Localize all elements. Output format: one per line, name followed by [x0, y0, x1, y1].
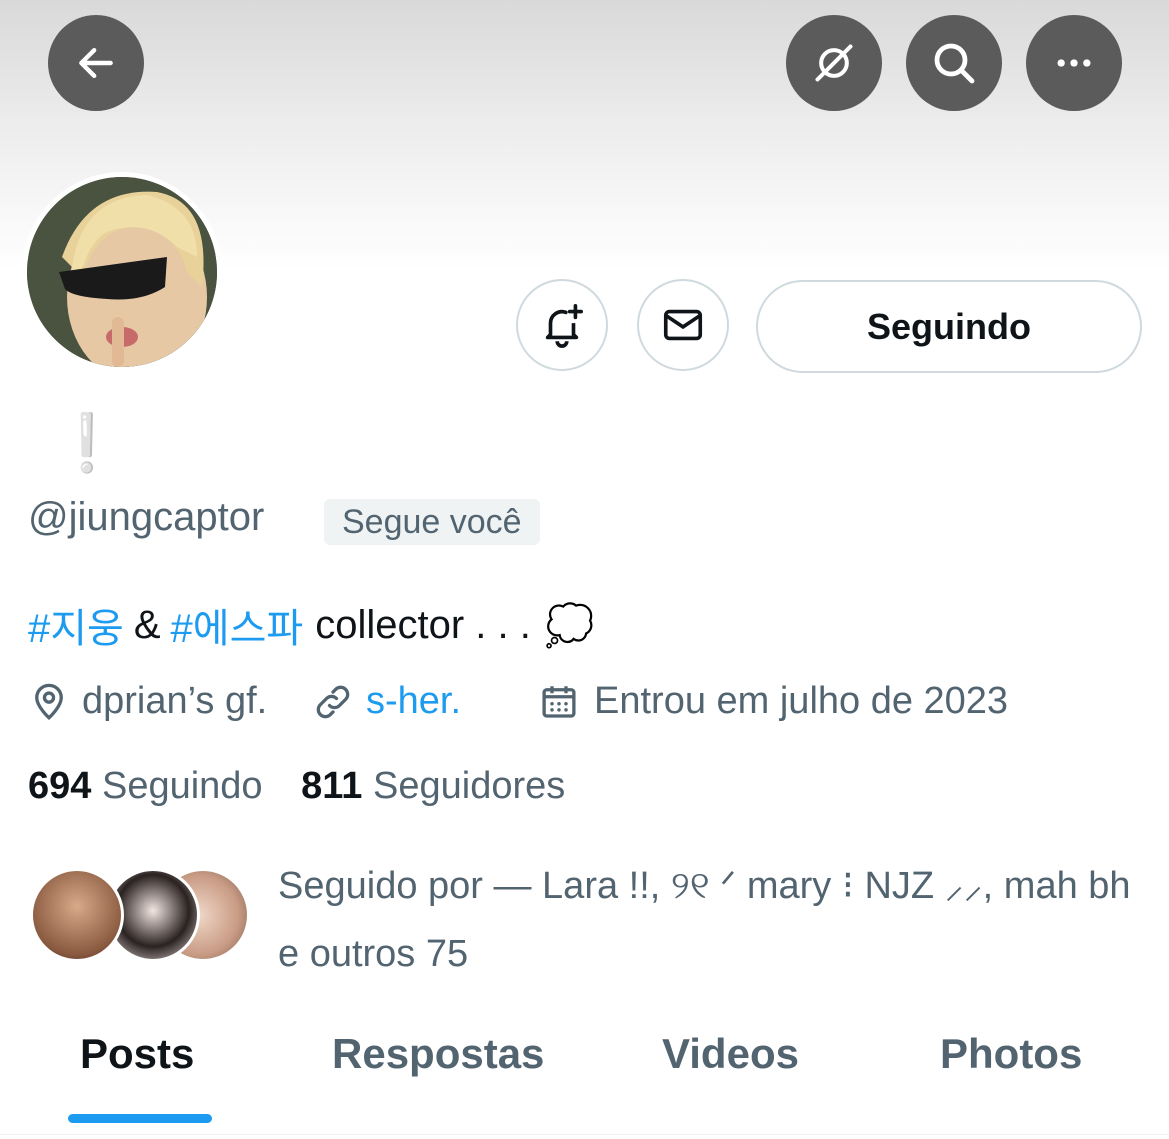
following-button[interactable]: Seguindo — [756, 280, 1142, 373]
tabs-divider — [0, 1134, 1169, 1135]
profile-website[interactable]: s-her. — [312, 680, 461, 723]
profile-avatar-frame[interactable] — [22, 172, 222, 372]
active-tab-indicator — [68, 1114, 212, 1123]
follows-you-badge: Segue você — [324, 499, 540, 545]
followed-by-line: e outros 75 — [278, 933, 469, 975]
profile-avatar — [27, 177, 217, 367]
location-text: dprian’s gf. — [82, 680, 268, 722]
follow-stats: 694 Seguindo 811 Seguidores — [28, 765, 565, 808]
arrow-left-icon — [79, 47, 113, 79]
profile-location: dprian’s gf. — [28, 680, 267, 723]
calendar-icon — [542, 685, 576, 718]
profile-joined: Entrou em julho de 2023 — [538, 680, 1008, 723]
following-count: 694 — [28, 765, 92, 807]
bio-connector: & — [133, 602, 161, 647]
followers-label: Seguidores — [373, 765, 566, 807]
mail-icon — [663, 309, 703, 341]
bio-hashtag[interactable]: #에스파 — [171, 596, 304, 654]
profile-bio: #지웅 & #에스파 collector . . . 💭 — [28, 596, 595, 654]
thought-bubble-emoji: 💭 — [544, 603, 595, 648]
follower-avatar[interactable] — [30, 868, 124, 962]
link-icon — [316, 685, 350, 718]
search-icon — [934, 43, 975, 84]
bell-plus-icon — [545, 304, 583, 348]
followed-by-text[interactable]: Seguido por — Lara !!, ୨୧ ᐟ mary ⁝ NJZ ⸝… — [278, 852, 1158, 988]
notify-button[interactable] — [516, 279, 608, 371]
grok-button[interactable] — [786, 15, 882, 111]
display-name: ❕ — [52, 411, 122, 474]
tab-videos[interactable]: Videos — [662, 1030, 799, 1078]
followed-by-line: Seguido por — Lara !!, ୨୧ ᐟ mary ⁝ NJZ ⸝… — [278, 865, 1131, 907]
tab-photos[interactable]: Photos — [940, 1030, 1082, 1078]
following-stat[interactable]: 694 Seguindo — [28, 765, 273, 807]
followers-stat[interactable]: 811 Seguidores — [301, 765, 565, 807]
profile-handle: @jiungcaptor — [28, 495, 265, 539]
tab-posts[interactable]: Posts — [80, 1030, 194, 1078]
more-dots-icon — [1057, 59, 1091, 67]
website-link[interactable]: s-her. — [366, 680, 461, 723]
message-button[interactable] — [637, 279, 729, 371]
location-pin-icon — [35, 683, 63, 720]
bio-text: collector . . . — [315, 602, 531, 647]
back-button[interactable] — [48, 15, 144, 111]
following-label: Seguindo — [101, 765, 263, 807]
grok-slash-circle-icon — [815, 44, 853, 82]
joined-text: Entrou em julho de 2023 — [594, 680, 1009, 722]
search-button[interactable] — [906, 15, 1002, 111]
followers-count: 811 — [301, 765, 363, 807]
more-button[interactable] — [1026, 15, 1122, 111]
tab-replies[interactable]: Respostas — [332, 1030, 544, 1078]
bio-hashtag[interactable]: #지웅 — [28, 596, 124, 654]
